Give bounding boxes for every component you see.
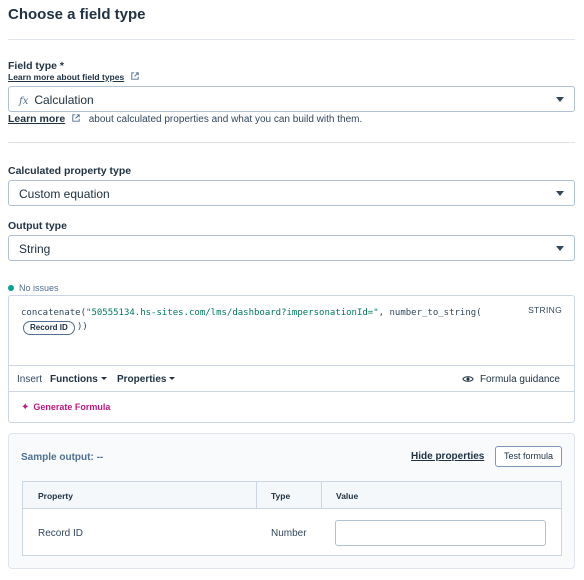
chevron-down-icon [556,246,564,251]
properties-label: Properties [117,374,167,385]
generate-formula-label: Generate Formula [33,402,111,412]
status-ok-icon [8,285,14,291]
chevron-down-icon [556,191,564,196]
editor-toolbar: Insert Functions Properties Formula guid… [9,366,574,392]
generate-formula-button[interactable]: ✦ Generate Formula [21,402,110,413]
chevron-down-icon [556,97,564,102]
column-divider [321,482,322,509]
field-type-label: Field type * [8,60,65,72]
eye-icon [462,376,474,382]
formula-guidance-label: Formula guidance [479,374,560,385]
functions-label: Functions [50,374,98,385]
divider [8,142,575,143]
code-close: )) [77,322,88,332]
return-type-badge: STRING [528,305,562,315]
column-header: Value [336,491,359,501]
chevron-down-icon [100,377,107,380]
row-value-input[interactable] [335,520,546,546]
table-header: Property Type Value [23,482,561,509]
code-string: "50555134.hs-sites.com/lms/dashboard?imp… [86,308,379,318]
external-link-icon [72,114,80,122]
learn-more-link[interactable]: Learn more [8,113,65,125]
output-type-label: Output type [8,220,67,232]
validation-status: No issues [8,283,59,293]
divider [8,39,575,40]
calc-type-value: Custom equation [19,187,110,201]
status-text: No issues [19,283,59,293]
test-formula-button[interactable]: Test formula [495,446,562,467]
learn-field-types: Learn more about field types [8,72,139,82]
sample-output: Sample output: -- [21,452,103,463]
chevron-down-icon [169,377,176,380]
properties-table: Property Type Value Record ID Number [22,481,562,556]
help-description: about calculated properties and what you… [88,114,363,125]
sample-output-panel: Sample output: -- Hide properties Test f… [8,433,575,569]
hide-properties-link[interactable]: Hide properties [411,451,484,462]
page-title: Choose a field type [8,6,146,23]
column-header: Property [38,491,73,501]
function-icon: fx [19,96,29,107]
sample-output-value: -- [96,452,104,463]
properties-dropdown[interactable]: Properties [117,374,176,385]
learn-field-types-link[interactable]: Learn more about field types [8,72,124,82]
field-type-select[interactable]: fx Calculation [8,86,575,112]
sample-output-label: Sample output: [21,452,94,463]
calc-type-label: Calculated property type [8,165,132,177]
calc-type-select[interactable]: Custom equation [8,180,575,206]
functions-dropdown[interactable]: Functions [50,374,107,385]
calc-help-text: Learn more about calculated properties a… [8,113,362,125]
code-rest: , number_to_string( [378,308,482,318]
external-link-icon [130,72,139,80]
property-token[interactable]: Record ID [23,321,75,335]
formula-code-area[interactable]: concatenate("50555134.hs-sites.com/lms/d… [9,296,574,366]
column-header: Type [271,491,291,501]
output-type-value: String [19,242,51,256]
formula-code: concatenate("50555134.hs-sites.com/lms/d… [21,308,482,318]
code-function: concatenate( [21,308,87,318]
formula-editor: concatenate("50555134.hs-sites.com/lms/d… [8,295,575,423]
column-divider [256,482,257,509]
output-type-select[interactable]: String [8,235,575,261]
formula-guidance-button[interactable]: Formula guidance [462,374,560,385]
insert-label: Insert [17,374,43,385]
field-type-value: fx Calculation [19,93,94,107]
row-type: Number [271,528,307,539]
field-type-text: Calculation [34,93,94,107]
row-property: Record ID [38,528,84,539]
sparkle-icon: ✦ [21,402,30,413]
